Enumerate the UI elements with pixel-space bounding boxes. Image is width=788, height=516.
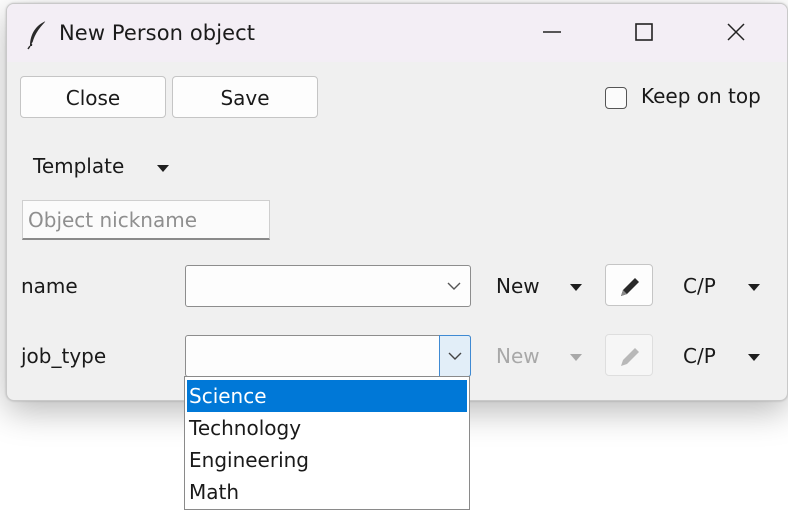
field-label-name: name [21, 274, 78, 298]
chevron-down-icon [448, 352, 462, 360]
chevron-down-icon[interactable] [570, 284, 582, 291]
new-label[interactable]: New [496, 274, 540, 298]
feather-icon [27, 20, 47, 50]
dialog-window: New Person object Close Save Keep on top… [6, 3, 788, 401]
chevron-down-icon[interactable] [748, 354, 760, 361]
save-button[interactable]: Save [172, 76, 318, 118]
dropdown-option[interactable]: Engineering [187, 444, 467, 476]
job-type-combobox[interactable] [185, 335, 471, 377]
job-type-dropdown-list: Science Technology Engineering Math [184, 376, 470, 510]
chevron-down-icon[interactable] [157, 165, 169, 172]
pencil-icon [621, 278, 639, 296]
close-icon [727, 23, 745, 41]
dropdown-option[interactable]: Math [187, 476, 467, 508]
chevron-down-icon [570, 354, 582, 361]
job-type-edit-button [605, 334, 653, 376]
keep-on-top-checkbox[interactable] [605, 87, 627, 109]
cp-label[interactable]: C/P [683, 344, 716, 368]
maximize-button[interactable] [599, 4, 691, 62]
field-label-job-type: job_type [21, 344, 107, 368]
combobox-arrow[interactable] [439, 335, 471, 377]
close-window-button[interactable] [691, 4, 783, 62]
title-bar: New Person object [7, 4, 787, 62]
minimize-icon [543, 31, 561, 33]
name-combobox[interactable] [185, 265, 471, 307]
keep-on-top-label[interactable]: Keep on top [641, 84, 761, 108]
chevron-down-icon[interactable] [748, 284, 760, 291]
window-title: New Person object [59, 21, 256, 45]
close-button[interactable]: Close [20, 76, 166, 118]
pencil-icon [621, 348, 639, 366]
dropdown-option[interactable]: Technology [187, 412, 467, 444]
combobox-arrow[interactable] [438, 266, 470, 306]
nickname-input[interactable] [22, 200, 270, 240]
maximize-icon [635, 23, 653, 41]
chevron-down-icon [447, 282, 461, 290]
template-label[interactable]: Template [33, 154, 124, 178]
cp-label[interactable]: C/P [683, 274, 716, 298]
minimize-button[interactable] [507, 4, 599, 62]
dropdown-option[interactable]: Science [187, 380, 467, 412]
name-edit-button[interactable] [605, 264, 653, 306]
new-label: New [496, 344, 540, 368]
